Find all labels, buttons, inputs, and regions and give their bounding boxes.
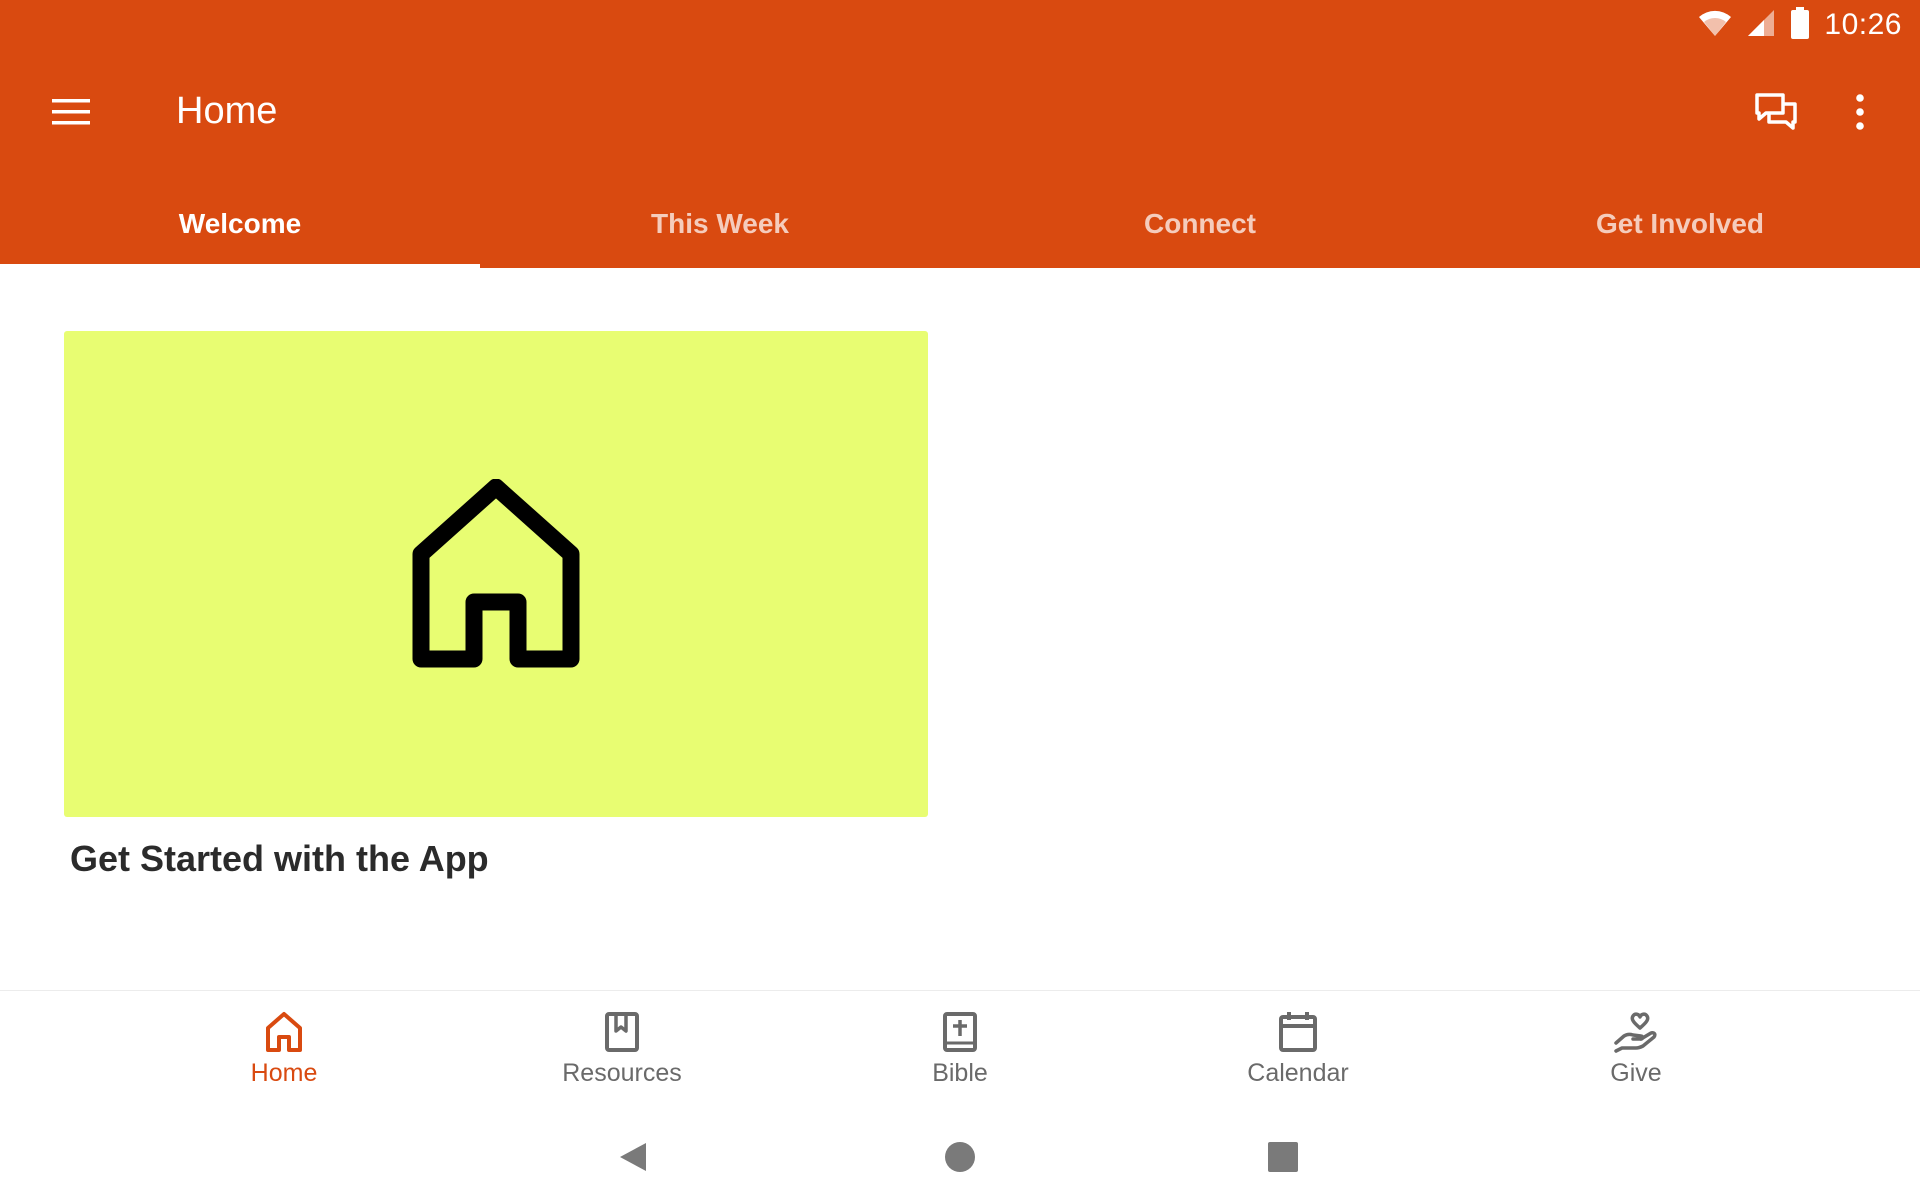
battery-icon	[1790, 6, 1810, 44]
back-icon	[620, 1143, 646, 1171]
bottom-nav-label: Calendar	[1247, 1059, 1349, 1087]
status-time: 10:26	[1824, 8, 1902, 41]
app-header: 10:26 Home Welcome This Week Connect Get…	[0, 0, 1920, 268]
bottom-nav-label: Home	[250, 1059, 318, 1087]
bottom-nav-give[interactable]: Give	[1467, 991, 1805, 1101]
more-vertical-icon	[1856, 94, 1864, 130]
bottom-navigation: Home Resources Bible Calendar Give	[0, 990, 1920, 1100]
wifi-icon	[1698, 9, 1732, 42]
get-started-card[interactable]	[64, 331, 928, 817]
status-bar: 10:26	[0, 0, 1920, 50]
home-icon	[266, 1012, 302, 1052]
hamburger-menu-button[interactable]	[36, 82, 108, 142]
system-recents-button[interactable]	[1258, 1132, 1308, 1182]
app-root: 10:26 Home Welcome This Week Connect Get…	[0, 0, 1920, 1200]
chat-icon	[1755, 93, 1797, 130]
tab-connect[interactable]: Connect	[960, 190, 1440, 268]
system-home-button[interactable]	[935, 1132, 985, 1182]
cellular-signal-icon	[1746, 9, 1776, 42]
system-back-button[interactable]	[608, 1132, 658, 1182]
more-options-button[interactable]	[1830, 82, 1890, 142]
bottom-nav-label: Bible	[932, 1059, 988, 1087]
bottom-nav-bible[interactable]: Bible	[791, 991, 1129, 1101]
bible-icon	[943, 1012, 977, 1052]
tab-this-week[interactable]: This Week	[480, 190, 960, 268]
page-title: Home	[176, 90, 278, 132]
calendar-icon	[1279, 1012, 1317, 1052]
card-title[interactable]: Get Started with the App	[70, 838, 489, 880]
giving-hand-heart-icon	[1614, 1012, 1657, 1053]
hamburger-menu-icon	[52, 99, 90, 125]
bottom-nav-group: Home Resources Bible Calendar Give	[115, 991, 1805, 1100]
bottom-nav-home[interactable]: Home	[115, 991, 453, 1101]
chat-button[interactable]	[1746, 82, 1806, 142]
tab-welcome[interactable]: Welcome	[0, 190, 480, 268]
bottom-nav-resources[interactable]: Resources	[453, 991, 791, 1101]
system-navigation-bar	[0, 1110, 1920, 1200]
tab-bar: Welcome This Week Connect Get Involved	[0, 190, 1920, 268]
recents-icon	[1268, 1142, 1298, 1172]
bottom-nav-label: Give	[1610, 1059, 1662, 1087]
bookmark-book-icon	[605, 1012, 639, 1052]
home-outline-icon	[412, 479, 580, 668]
home-circle-icon	[945, 1142, 975, 1172]
toolbar: Home	[0, 62, 1920, 162]
bottom-nav-calendar[interactable]: Calendar	[1129, 991, 1467, 1101]
bottom-nav-label: Resources	[562, 1059, 682, 1087]
tab-get-involved[interactable]: Get Involved	[1440, 190, 1920, 268]
